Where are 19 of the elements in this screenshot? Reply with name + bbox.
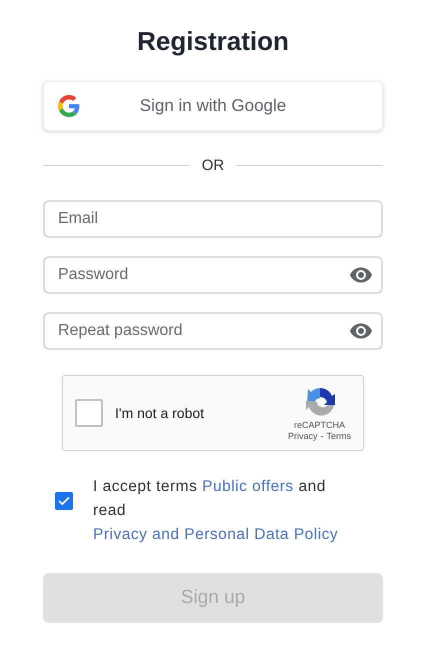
captcha-label: I'm not a robot: [115, 405, 206, 421]
privacy-link[interactable]: Privacy: [288, 431, 318, 441]
recaptcha-brand-text: reCAPTCHA: [294, 420, 345, 430]
page-title: Registration: [136, 26, 290, 57]
input-field[interactable]: Password: [43, 256, 383, 294]
google-sign-in-button[interactable]: Sign in with Google: [43, 81, 383, 131]
policy-link[interactable]: Privacy and Personal Data Policy: [93, 526, 338, 543]
policy-link[interactable]: Public offers: [202, 478, 294, 495]
google-icon: [58, 95, 80, 117]
terms-sentence: I accept terms Public offers and read Privacy and Personal Data Policy: [93, 477, 340, 545]
captcha-checkbox[interactable]: [75, 399, 103, 427]
terms-link[interactable]: Terms: [326, 431, 351, 441]
input-field[interactable]: Email: [43, 200, 383, 238]
terms-checkbox[interactable]: [55, 492, 73, 510]
or-separator-text: OR: [202, 157, 224, 174]
input-field[interactable]: Repeat password: [43, 312, 383, 350]
checkmark-icon: [57, 494, 71, 508]
recaptcha-logo-icon: [303, 385, 336, 417]
separator-text: -: [320, 431, 324, 441]
